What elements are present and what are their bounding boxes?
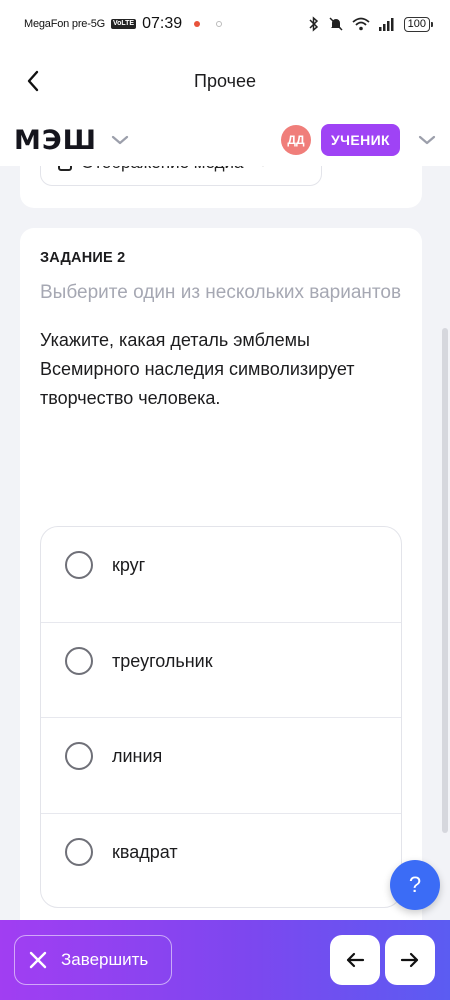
task-number: ЗАДАНИЕ 2	[40, 250, 126, 266]
circle-icon	[216, 21, 223, 27]
avatar[interactable]: ДД	[280, 125, 311, 155]
arrow-right-icon	[400, 952, 419, 968]
chevron-down-icon	[111, 135, 129, 145]
radio-button[interactable]	[65, 551, 93, 579]
answer-options: круг треугольник линия квадрат	[40, 526, 402, 908]
radio-button[interactable]	[65, 742, 93, 770]
finish-label: Завершить	[61, 950, 149, 969]
carrier-name: MegaFon pre-5G	[24, 18, 105, 30]
answer-option[interactable]: квадрат	[41, 814, 401, 908]
notification-dot-icon	[194, 21, 201, 27]
task-type: Выберите один из нескольких вариантов	[40, 282, 402, 303]
page-title: Прочее	[194, 70, 256, 91]
status-right: 100	[308, 16, 434, 32]
arrow-left-icon	[346, 952, 365, 968]
answer-option[interactable]: круг	[41, 527, 401, 623]
wifi-icon	[352, 17, 370, 31]
back-button[interactable]	[16, 64, 50, 98]
scrollbar[interactable]	[442, 328, 448, 833]
previous-task-button[interactable]	[330, 935, 380, 985]
status-time: 07:39	[142, 15, 183, 32]
app-menu-toggle[interactable]	[111, 135, 129, 145]
close-icon	[29, 951, 47, 969]
task-question: Укажите, какая деталь эмблемы Всемирного…	[40, 330, 355, 408]
volte-badge: VoLTE	[110, 19, 137, 29]
answer-option[interactable]: линия	[41, 718, 401, 814]
radio-button[interactable]	[65, 837, 93, 866]
answer-option-label: квадрат	[112, 841, 178, 862]
answer-option-label: треугольник	[112, 650, 213, 671]
chevron-left-icon	[27, 70, 39, 92]
help-button[interactable]: ?	[390, 860, 440, 910]
mute-bell-icon	[329, 17, 343, 31]
next-task-button[interactable]	[385, 935, 435, 985]
app-bar: МЭШ ДД УЧЕНИК	[0, 114, 450, 166]
app-logo[interactable]: МЭШ	[14, 125, 97, 156]
status-left: MegaFon pre-5G VoLTE 07:39	[24, 15, 223, 33]
answer-option-label: круг	[112, 555, 146, 575]
role-badge[interactable]: УЧЕНИК	[320, 124, 400, 156]
finish-button[interactable]: Завершить	[14, 935, 172, 985]
status-bar: MegaFon pre-5G VoLTE 07:39 100	[0, 0, 450, 48]
chevron-down-icon	[418, 135, 436, 145]
radio-button[interactable]	[65, 646, 93, 675]
account-menu-toggle[interactable]	[418, 135, 436, 145]
bluetooth-icon	[309, 16, 318, 32]
answer-option-label: линия	[112, 746, 163, 766]
signal-icon	[378, 18, 394, 31]
answer-option[interactable]: треугольник	[41, 623, 401, 718]
account-area[interactable]: ДД УЧЕНИК	[280, 124, 436, 156]
task-card: ЗАДАНИЕ 2 Выберите один из нескольких ва…	[20, 228, 422, 948]
battery-icon: 100	[403, 16, 434, 32]
bottom-bar: Завершить	[0, 920, 450, 1000]
top-header: Прочее	[0, 48, 450, 114]
